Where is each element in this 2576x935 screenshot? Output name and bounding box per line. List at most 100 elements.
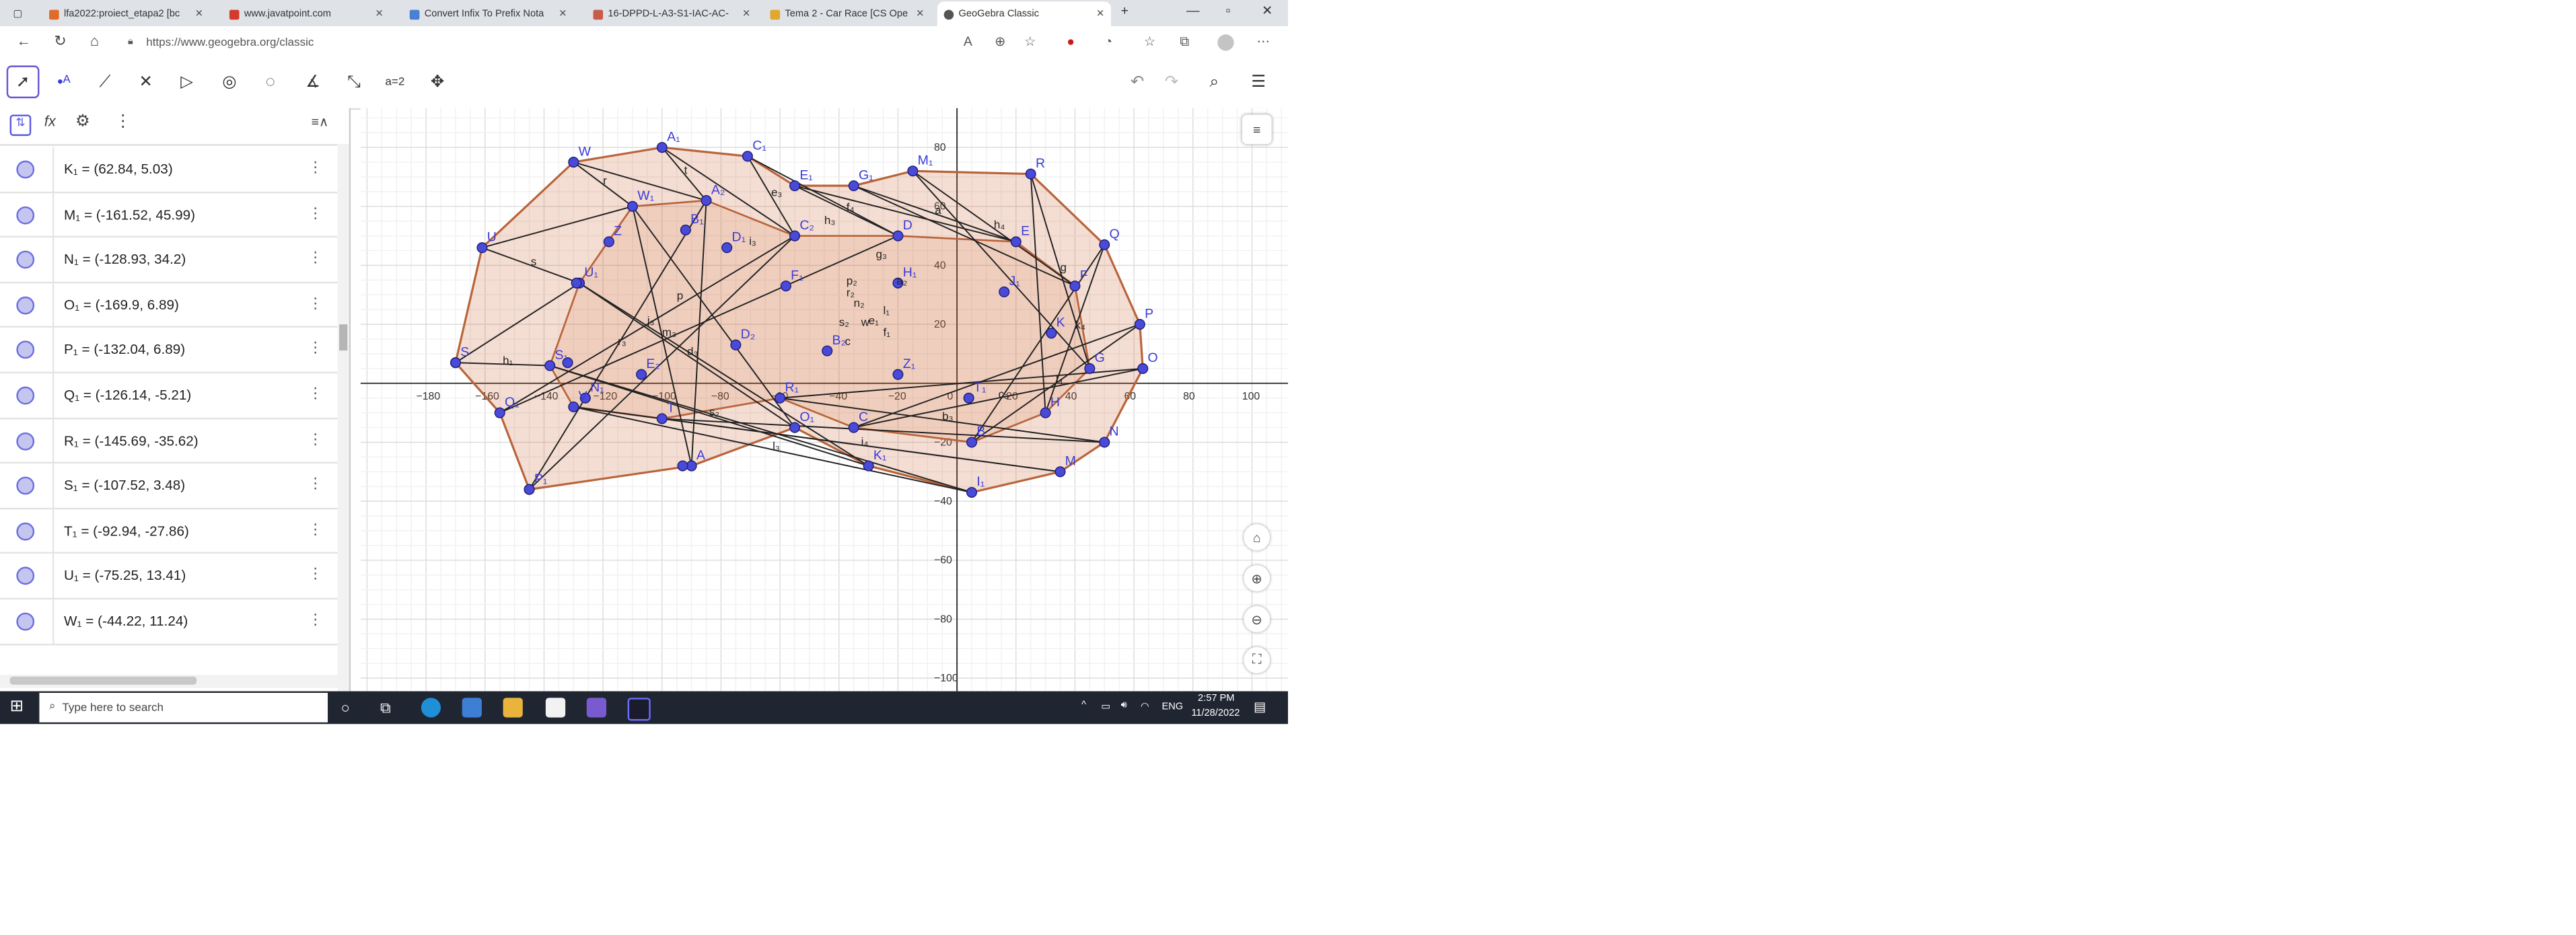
point-tool-icon[interactable]: •ᴬ	[48, 65, 81, 98]
collections-icon[interactable]: ⧉	[1180, 34, 1189, 50]
algebra-expression[interactable]: S₁ = (-107.52, 3.48)	[64, 477, 185, 493]
close-icon[interactable]: ✕	[195, 8, 203, 20]
window-close-icon[interactable]: ✕	[1262, 3, 1273, 18]
move-graphics-tool-icon[interactable]: ✥	[421, 65, 454, 98]
close-icon[interactable]: ✕	[559, 8, 567, 20]
algebra-expression[interactable]: N₁ = (-128.93, 34.2)	[64, 251, 186, 267]
tab-2[interactable]: Convert Infix To Prefix Nota ✕	[403, 1, 573, 26]
tab-0[interactable]: lfa2022:proiect_etapa2 [bc ✕	[42, 1, 209, 26]
algebra-row[interactable]: O₁ = (-169.9, 6.89) ⋮	[0, 283, 338, 328]
conic-tool-icon[interactable]: ◌	[254, 65, 287, 98]
more-icon[interactable]: ⋯	[1257, 34, 1270, 49]
algebra-row[interactable]: W₁ = (-44.22, 11.24) ⋮	[0, 599, 338, 645]
circle-tool-icon[interactable]: ◎	[213, 65, 246, 98]
algebra-expression[interactable]: O₁ = (-169.9, 6.89)	[64, 296, 179, 312]
visibility-toggle-icon[interactable]	[16, 160, 35, 179]
task-view-icon[interactable]: ⧉	[380, 700, 391, 718]
algebra-expression[interactable]: Q₁ = (-126.14, -5.21)	[64, 387, 191, 403]
line-tool-icon[interactable]: ⟋	[88, 65, 121, 98]
notifications-icon[interactable]: ▤	[1254, 700, 1266, 714]
fx-icon[interactable]: fx	[44, 113, 56, 129]
undo-icon[interactable]: ↶	[1121, 65, 1154, 98]
network-icon[interactable]: ◠	[1141, 701, 1149, 713]
algebra-row[interactable]: U₁ = (-75.25, 13.41) ⋮	[0, 554, 338, 600]
visibility-toggle-icon[interactable]	[16, 567, 35, 586]
row-menu-icon[interactable]: ⋮	[308, 611, 323, 629]
intellij-icon[interactable]	[627, 698, 651, 721]
edge-icon[interactable]	[421, 698, 441, 718]
graphics-view[interactable]: −180−160−140−120−100−80−60−40−2002040608…	[360, 108, 1288, 691]
row-menu-icon[interactable]: ⋮	[308, 476, 323, 494]
visibility-toggle-icon[interactable]	[16, 612, 35, 631]
tab-actions-icon[interactable]: ▢	[7, 1, 33, 26]
clock-time[interactable]: 2:57 PM	[1198, 694, 1234, 704]
taskbar-search[interactable]: ⌕ Type here to search	[39, 693, 328, 722]
algebra-row[interactable]: P₁ = (-132.04, 6.89) ⋮	[0, 328, 338, 374]
new-tab-icon[interactable]: +	[1121, 3, 1129, 18]
tab-3[interactable]: 16-DPPD-L-A3-S1-IAC-AC- ✕	[587, 1, 757, 26]
redo-icon[interactable]: ↷	[1155, 65, 1188, 98]
back-icon[interactable]: ←	[16, 33, 31, 49]
algebra-expression[interactable]: M₁ = (-161.52, 45.99)	[64, 206, 195, 222]
algebra-row[interactable]: S₁ = (-107.52, 3.48) ⋮	[0, 463, 338, 509]
menu-hamburger-icon[interactable]: ☰	[1242, 65, 1275, 98]
polygon-tool-icon[interactable]: ▷	[170, 65, 203, 98]
angle-tool-icon[interactable]: ∡	[297, 65, 330, 98]
tab-5-active[interactable]: GeoGebra Classic ✕	[937, 1, 1111, 26]
settings-gear-icon[interactable]: ⚙	[75, 113, 90, 131]
algebra-expression[interactable]: W₁ = (-44.22, 11.24)	[64, 613, 188, 629]
algebra-row[interactable]: N₁ = (-128.93, 34.2) ⋮	[0, 237, 338, 283]
read-aloud-icon[interactable]: A	[964, 34, 972, 49]
profile-avatar[interactable]	[1217, 34, 1234, 51]
graphics-canvas[interactable]: −180−160−140−120−100−80−60−40−2002040608…	[360, 108, 1288, 691]
language-indicator[interactable]: ENG	[1161, 703, 1183, 713]
row-menu-icon[interactable]: ⋮	[308, 430, 323, 448]
zoom-out-icon[interactable]: ⊖	[1244, 605, 1271, 632]
url-field[interactable]: 🔒︎ https://www.geogebra.org/classic	[128, 31, 1046, 54]
visibility-toggle-icon[interactable]	[16, 205, 35, 224]
favorites-icon[interactable]: ☆	[1144, 34, 1155, 49]
minimize-icon[interactable]: —	[1186, 3, 1199, 18]
scroll-thumb[interactable]	[339, 324, 348, 351]
algebra-close-icon[interactable]: ≡∧	[312, 114, 329, 129]
extension-icon[interactable]: ◔	[1104, 34, 1112, 49]
close-icon[interactable]: ✕	[375, 8, 384, 20]
cortana-icon[interactable]: ○	[341, 700, 350, 716]
slider-tool-icon[interactable]: a=2	[379, 65, 412, 98]
algebra-expression[interactable]: P₁ = (-132.04, 6.89)	[64, 341, 185, 357]
visibility-toggle-icon[interactable]	[16, 477, 35, 495]
visual-studio-icon[interactable]	[586, 698, 606, 718]
algebra-horizontal-scrollbar[interactable]	[0, 675, 338, 688]
algebra-vertical-scrollbar[interactable]	[337, 144, 349, 691]
algebra-mode-icon[interactable]: ⇅	[9, 114, 32, 137]
file-explorer-icon[interactable]	[503, 698, 523, 718]
zoom-in-icon[interactable]: ⊕	[1244, 565, 1271, 592]
row-menu-icon[interactable]: ⋮	[308, 159, 323, 177]
tab-1[interactable]: www.javatpoint.com ✕	[223, 1, 390, 26]
algebra-expression[interactable]: U₁ = (-75.25, 13.41)	[64, 567, 186, 583]
row-menu-icon[interactable]: ⋮	[308, 566, 323, 584]
visibility-toggle-icon[interactable]	[16, 341, 35, 360]
row-menu-icon[interactable]: ⋮	[308, 340, 323, 358]
maximize-icon[interactable]: ▫	[1225, 3, 1230, 18]
zoom-icon[interactable]: ⊕	[995, 34, 1005, 49]
close-icon[interactable]: ✕	[916, 8, 924, 20]
visibility-toggle-icon[interactable]	[16, 431, 35, 450]
volume-icon[interactable]: 🔊︎	[1121, 701, 1127, 712]
tab-4[interactable]: Tema 2 - Car Race [CS Ope ✕	[764, 1, 931, 26]
algebra-expression[interactable]: T₁ = (-92.94, -27.86)	[64, 522, 189, 538]
fullscreen-icon[interactable]: ⛶	[1244, 646, 1271, 673]
algebra-row[interactable]: M₁ = (-161.52, 45.99) ⋮	[0, 192, 338, 238]
graphics-style-bar-icon[interactable]: ≡	[1242, 114, 1272, 145]
visibility-toggle-icon[interactable]	[16, 386, 35, 405]
home-view-icon[interactable]: ⌂	[1244, 524, 1271, 551]
more-vertical-icon[interactable]: ⋮	[114, 113, 131, 131]
windows-start-icon[interactable]: ⊞	[10, 698, 24, 716]
row-menu-icon[interactable]: ⋮	[308, 385, 323, 403]
store-icon[interactable]	[545, 698, 566, 718]
row-menu-icon[interactable]: ⋮	[308, 521, 323, 539]
algebra-row[interactable]: K₁ = (62.84, 5.03) ⋮	[0, 147, 338, 193]
mail-icon[interactable]	[462, 698, 482, 718]
perpendicular-tool-icon[interactable]: ✕	[129, 65, 162, 98]
refresh-icon[interactable]: ↻	[54, 33, 66, 51]
